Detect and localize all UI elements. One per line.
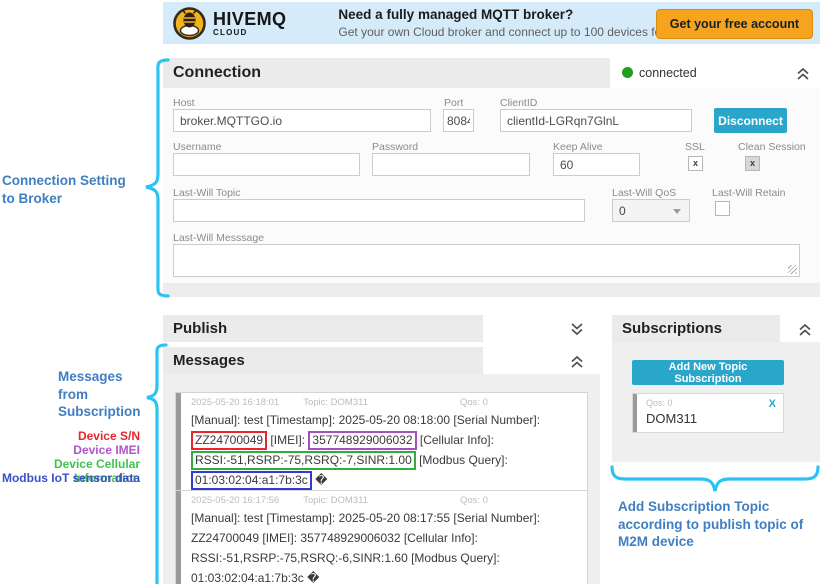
chevron-down-icon bbox=[673, 209, 681, 214]
password-input[interactable] bbox=[372, 153, 530, 176]
screenshot-root: HIVEMQ CLOUD Need a fully managed MQTT b… bbox=[0, 0, 827, 584]
username-label: Username bbox=[173, 141, 221, 153]
message-text: [Modbus Query]: bbox=[419, 453, 508, 467]
imei-highlight: 357748929006032 bbox=[308, 431, 416, 450]
chevron-double-down-icon bbox=[569, 322, 585, 337]
cellular-info-highlight: RSSI:-51,RSRP:-75,RSRQ:-7,SINR:1.00 bbox=[191, 451, 416, 470]
last-will-message-textarea[interactable] bbox=[173, 244, 800, 277]
connection-panel: Connection connected Host Port ClientID … bbox=[163, 58, 820, 297]
connection-status-dot bbox=[622, 67, 633, 78]
message-body: [Manual]: test [Timestamp]: 2025-05-20 0… bbox=[191, 508, 579, 584]
publish-header-bar: Publish bbox=[163, 315, 483, 342]
messages-title: Messages bbox=[163, 347, 245, 374]
ssl-label: SSL bbox=[685, 141, 705, 153]
connection-annotation: Connection Setting to Broker bbox=[2, 172, 142, 207]
password-label: Password bbox=[372, 141, 418, 153]
message-card: 2025-05-20 16:18:01 Topic: DOM311 Qos: 0… bbox=[175, 392, 588, 496]
device-imei-annotation: Device IMEI bbox=[0, 443, 140, 457]
message-topic: Topic: DOM311 bbox=[303, 495, 368, 506]
hivemq-banner: HIVEMQ CLOUD Need a fully managed MQTT b… bbox=[163, 2, 820, 44]
host-label: Host bbox=[173, 97, 195, 109]
serial-number-highlight: ZZ24700049 bbox=[191, 431, 267, 450]
message-text: [Cellular Info]: bbox=[420, 433, 494, 447]
banner-subtitle: Get your own Cloud broker and connect up… bbox=[338, 25, 692, 39]
subscriptions-panel: Subscriptions Add New Topic Subscription… bbox=[612, 315, 820, 462]
message-text: � bbox=[315, 473, 327, 487]
brand-sub: CLOUD bbox=[213, 29, 286, 37]
clean-session-checkbox[interactable]: x bbox=[745, 156, 760, 171]
username-input[interactable] bbox=[173, 153, 360, 176]
messages-annotation: Messages from Subscription bbox=[58, 368, 158, 421]
subscriptions-title: Subscriptions bbox=[612, 315, 722, 342]
message-text: ZZ24700049 [IMEI]: 357748929006032 [Cell… bbox=[191, 531, 478, 545]
connection-footer-strip bbox=[163, 283, 820, 297]
clean-session-label: Clean Session bbox=[738, 141, 806, 153]
message-body: [Manual]: test [Timestamp]: 2025-05-20 0… bbox=[191, 410, 579, 490]
last-will-retain-label: Last-Will Retain bbox=[712, 187, 786, 199]
host-input[interactable] bbox=[173, 109, 431, 132]
connection-status-label: connected bbox=[639, 66, 697, 80]
connection-form: Host Port ClientID Disconnect Username P… bbox=[163, 88, 820, 283]
subscription-item: Qos: 0 DOM311 X bbox=[632, 393, 784, 433]
message-text: RSSI:-51,RSRP:-75,RSRQ:-6,SINR:1.60 [Mod… bbox=[191, 551, 500, 565]
subscriptions-header-bar: Subscriptions bbox=[612, 315, 780, 342]
chevron-double-up-icon bbox=[569, 354, 585, 369]
message-qos: Qos: 0 bbox=[460, 495, 488, 506]
keep-alive-input[interactable] bbox=[553, 153, 640, 176]
message-text: [Manual]: test [Timestamp]: 2025-05-20 0… bbox=[191, 413, 540, 427]
device-sn-annotation: Device S/N bbox=[0, 429, 140, 443]
ssl-checkbox[interactable]: x bbox=[688, 156, 703, 171]
message-topic: Topic: DOM311 bbox=[303, 397, 368, 408]
messages-list: 2025-05-20 16:18:01 Topic: DOM311 Qos: 0… bbox=[163, 374, 600, 584]
publish-panel: Publish bbox=[163, 315, 600, 342]
message-time: 2025-05-20 16:17:56 bbox=[191, 495, 279, 506]
connection-header-bar: Connection bbox=[163, 58, 610, 88]
last-will-qos-select[interactable]: 0 bbox=[612, 199, 690, 222]
subscription-annotation: Add Subscription Topic according to publ… bbox=[618, 498, 827, 551]
resize-grip-icon[interactable] bbox=[788, 265, 797, 274]
last-will-topic-input[interactable] bbox=[173, 199, 585, 222]
message-qos: Qos: 0 bbox=[460, 397, 488, 408]
message-card: 2025-05-20 16:17:56 Topic: DOM311 Qos: 0… bbox=[175, 490, 588, 584]
brand-name: HIVEMQ bbox=[213, 10, 286, 28]
client-id-input[interactable] bbox=[500, 109, 692, 132]
keep-alive-label: Keep Alive bbox=[553, 141, 603, 153]
message-time: 2025-05-20 16:18:01 bbox=[191, 397, 279, 408]
messages-collapse-toggle[interactable] bbox=[568, 352, 586, 370]
publish-title: Publish bbox=[163, 315, 227, 342]
disconnect-button[interactable]: Disconnect bbox=[714, 108, 787, 133]
connection-collapse-toggle[interactable] bbox=[794, 64, 812, 82]
modbus-data-annotation: Modbus IoT sensor data bbox=[0, 471, 140, 485]
subscription-topic: DOM311 bbox=[646, 411, 775, 426]
messages-header-bar: Messages bbox=[163, 347, 483, 374]
hivemq-bee-icon bbox=[172, 6, 207, 41]
chevron-double-up-icon bbox=[797, 322, 813, 337]
publish-expand-toggle[interactable] bbox=[568, 320, 586, 338]
message-text: [Manual]: test [Timestamp]: 2025-05-20 0… bbox=[191, 511, 540, 525]
subscriptions-body: Add New Topic Subscription Qos: 0 DOM311… bbox=[612, 342, 820, 462]
subscriptions-brace bbox=[610, 464, 820, 494]
connection-title: Connection bbox=[163, 58, 261, 88]
add-subscription-button[interactable]: Add New Topic Subscription bbox=[632, 360, 784, 385]
chevron-double-up-icon bbox=[795, 66, 811, 81]
port-input[interactable] bbox=[443, 109, 474, 132]
banner-title: Need a fully managed MQTT broker? bbox=[338, 7, 692, 22]
client-id-label: ClientID bbox=[500, 97, 537, 109]
modbus-query-highlight: 01:03:02:04:a1:7b:3c bbox=[191, 471, 312, 490]
get-free-account-button[interactable]: Get your free account bbox=[656, 9, 813, 39]
subscriptions-collapse-toggle[interactable] bbox=[796, 320, 814, 338]
subscription-qos: Qos: 0 bbox=[646, 398, 775, 408]
last-will-message-label: Last-Will Messsage bbox=[173, 232, 264, 244]
last-will-qos-value: 0 bbox=[619, 204, 626, 218]
remove-subscription-button[interactable]: X bbox=[769, 398, 776, 410]
hivemq-logo[interactable]: HIVEMQ CLOUD bbox=[172, 6, 286, 41]
last-will-retain-checkbox[interactable] bbox=[715, 201, 730, 216]
port-label: Port bbox=[444, 97, 463, 109]
message-text: [IMEI]: bbox=[270, 433, 305, 447]
last-will-topic-label: Last-Will Topic bbox=[173, 187, 241, 199]
message-text: 01:03:02:04:a1:7b:3c � bbox=[191, 571, 319, 584]
messages-panel: Messages 2025-05-20 16:18:01 Topic: DOM3… bbox=[163, 347, 600, 584]
last-will-qos-label: Last-Will QoS bbox=[612, 187, 676, 199]
